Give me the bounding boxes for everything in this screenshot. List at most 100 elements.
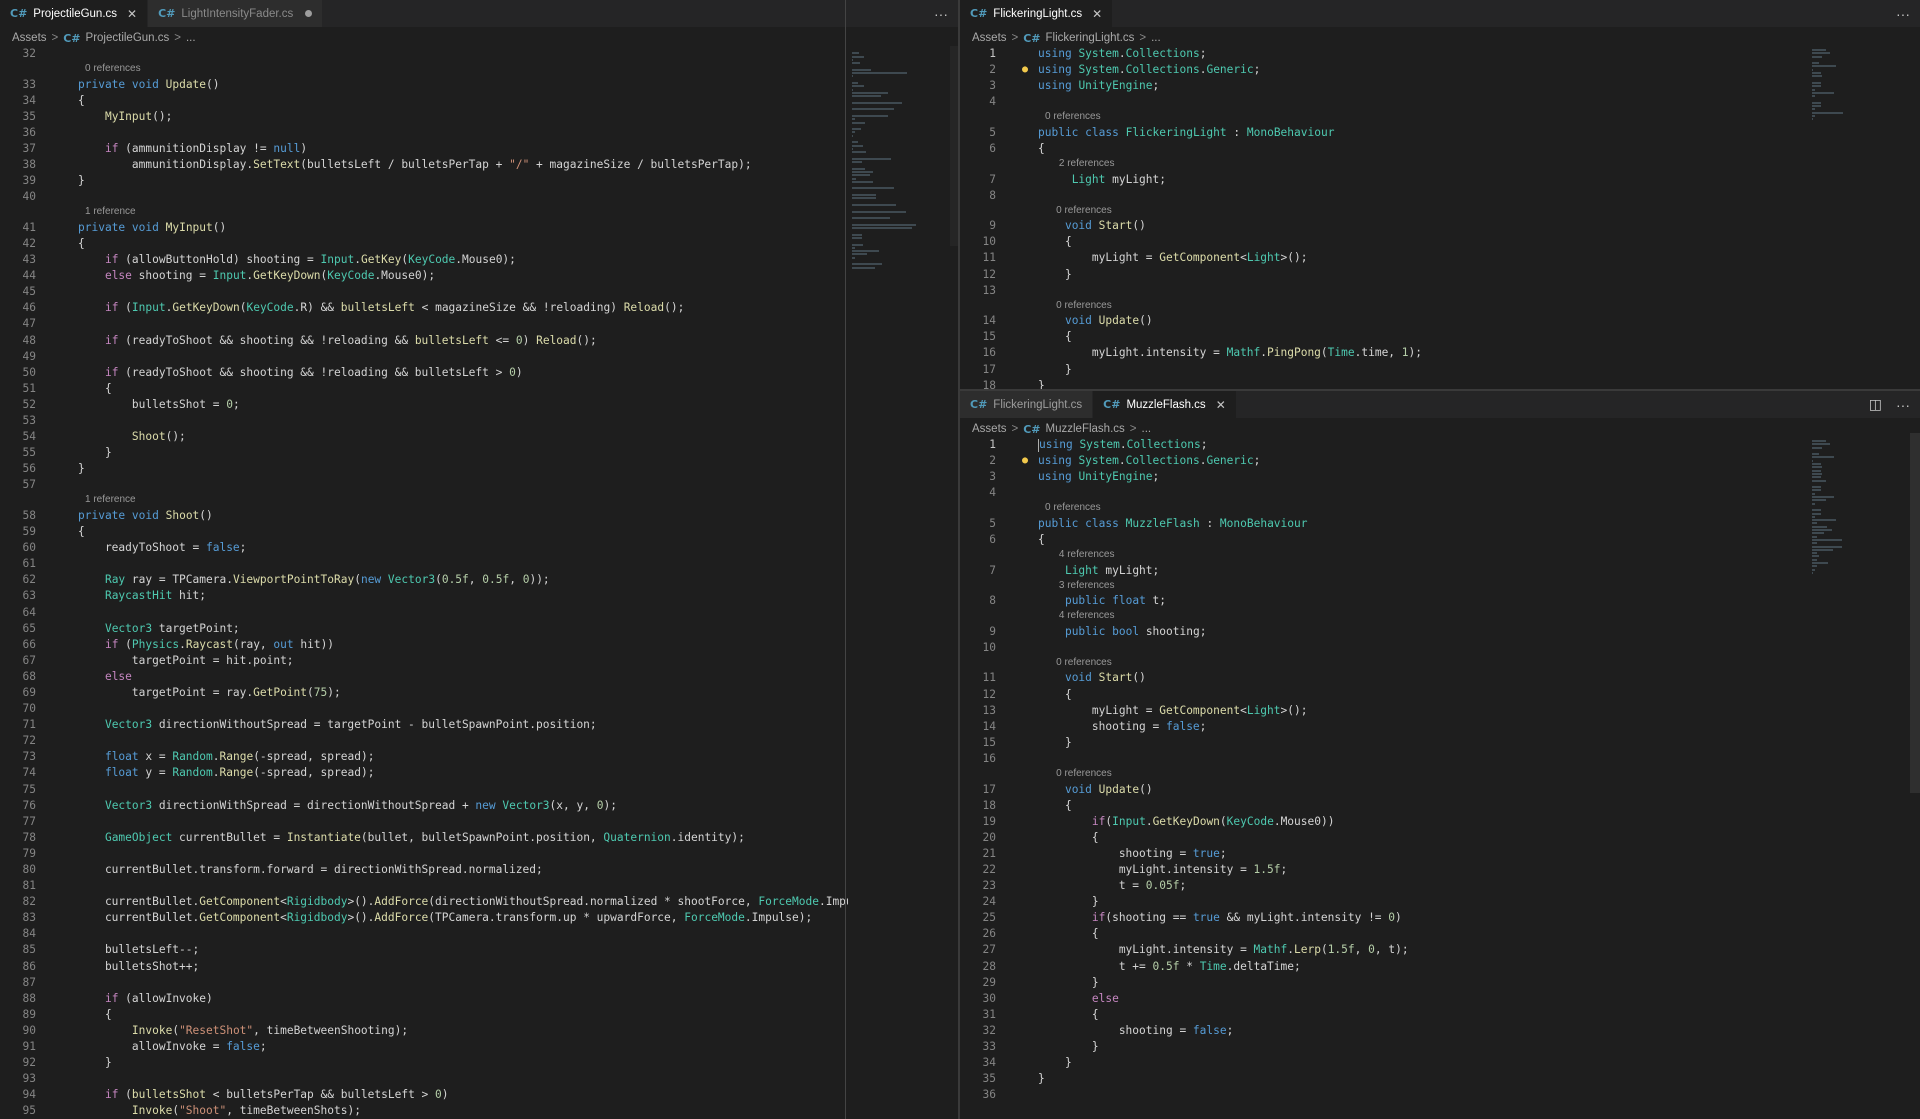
code-line[interactable]: 87 <box>0 975 848 991</box>
breadcrumb-folder[interactable]: Assets <box>972 32 1007 44</box>
code-line[interactable]: 15 } <box>960 735 1800 751</box>
code-line[interactable]: 59 { <box>0 524 848 540</box>
codelens-references[interactable]: 3 references <box>960 579 1800 594</box>
code-line[interactable]: 3 using UnityEngine; <box>960 78 1800 94</box>
code-line[interactable]: 31 { <box>960 1007 1800 1023</box>
code-line[interactable]: 64 <box>0 605 848 621</box>
code-line[interactable]: 39} <box>0 173 848 189</box>
code-line[interactable]: 9 public bool shooting; <box>960 624 1800 640</box>
code-line[interactable]: 47 <box>0 316 848 332</box>
code-line[interactable]: 57 <box>0 477 848 493</box>
breadcrumb-folder[interactable]: Assets <box>12 32 47 44</box>
tab-flickering-light[interactable]: C# FlickeringLight.cs <box>960 391 1094 418</box>
more-actions-icon[interactable]: ··· <box>1896 397 1910 413</box>
code-line[interactable]: 4 <box>960 485 1800 501</box>
code-line[interactable]: 66 if (Physics.Raycast(ray, out hit)) <box>0 637 848 653</box>
code-line[interactable]: 67 targetPoint = hit.point; <box>0 653 848 669</box>
code-line[interactable]: 50 if (readyToShoot && shooting && !relo… <box>0 365 848 381</box>
code-line[interactable]: 40 <box>0 189 848 205</box>
code-line[interactable]: 80 currentBullet.transform.forward = dir… <box>0 862 848 878</box>
scrollbar[interactable] <box>950 46 958 246</box>
code-line[interactable]: 34 } <box>960 1055 1800 1071</box>
code-line[interactable]: 12 } <box>960 267 1800 283</box>
code-line[interactable]: 73 float x = Random.Range(-spread, sprea… <box>0 749 848 765</box>
code-line[interactable]: 11 void Start() <box>960 670 1800 686</box>
code-line[interactable]: 29 } <box>960 975 1800 991</box>
code-line[interactable]: 54 Shoot(); <box>0 429 848 445</box>
code-line[interactable]: 63 RaycastHit hit; <box>0 588 848 604</box>
code-line[interactable]: 38 ammunitionDisplay.SetText(bulletsLeft… <box>0 157 848 173</box>
code-line[interactable]: 76 Vector3 directionWithSpread = directi… <box>0 798 848 814</box>
code-line[interactable]: 6{ <box>960 532 1800 548</box>
code-line[interactable]: 92 } <box>0 1055 848 1071</box>
close-icon[interactable]: ✕ <box>1216 398 1226 412</box>
codelens-references[interactable]: 1 reference <box>0 493 848 508</box>
code-line[interactable]: 11 myLight = GetComponent<Light>(); <box>960 250 1800 266</box>
code-line[interactable]: 18 { <box>960 798 1800 814</box>
code-line[interactable]: 19 if(Input.GetKeyDown(KeyCode.Mouse0)) <box>960 814 1800 830</box>
code-line[interactable]: 88 if (allowInvoke) <box>0 991 848 1007</box>
lightbulb-icon[interactable]: ● <box>1022 453 1028 469</box>
code-line[interactable]: 55 } <box>0 445 848 461</box>
code-line[interactable]: 52 bulletsShot = 0; <box>0 397 848 413</box>
code-line[interactable]: 77 <box>0 814 848 830</box>
codelens-references[interactable]: 4 references <box>960 548 1800 563</box>
code-line[interactable]: 2 using System.Collections.Generic; ● <box>960 453 1800 469</box>
code-line[interactable]: 12 { <box>960 687 1800 703</box>
code-line[interactable]: 3 using UnityEngine; <box>960 469 1800 485</box>
code-line[interactable]: 79 <box>0 846 848 862</box>
code-line[interactable]: 48 if (readyToShoot && shooting && !relo… <box>0 333 848 349</box>
code-line[interactable]: 91 allowInvoke = false; <box>0 1039 848 1055</box>
code-line[interactable]: 13 <box>960 283 1800 299</box>
code-line[interactable]: 8 <box>960 188 1800 204</box>
code-line[interactable]: 30 else <box>960 991 1800 1007</box>
code-line[interactable]: 82 currentBullet.GetComponent<Rigidbody>… <box>0 894 848 910</box>
codelens-references[interactable]: 0 references <box>960 656 1800 671</box>
code-line[interactable]: 27 myLight.intensity = Mathf.Lerp(1.5f, … <box>960 942 1800 958</box>
close-icon[interactable]: ✕ <box>127 7 137 21</box>
code-line[interactable]: 95 Invoke("Shoot", timeBetweenShots); <box>0 1103 848 1119</box>
code-line[interactable]: 13 myLight = GetComponent<Light>(); <box>960 703 1800 719</box>
split-editor-icon[interactable]: ◫ <box>1869 396 1882 413</box>
code-line[interactable]: 43 if (allowButtonHold) shooting = Input… <box>0 252 848 268</box>
code-line[interactable]: 16 <box>960 751 1800 767</box>
code-line[interactable]: 93 <box>0 1071 848 1087</box>
code-line[interactable]: 26 { <box>960 926 1800 942</box>
code-line[interactable]: 5 public class FlickeringLight : MonoBeha… <box>960 125 1800 141</box>
code-line[interactable]: 83 currentBullet.GetComponent<Rigidbody>… <box>0 910 848 926</box>
tab-muzzle-flash[interactable]: C# MuzzleFlash.cs ✕ <box>1093 391 1237 418</box>
code-line[interactable]: 46 if (Input.GetKeyDown(KeyCode.R) && bu… <box>0 300 848 316</box>
code-line[interactable]: 22 myLight.intensity = 1.5f; <box>960 862 1800 878</box>
code-line[interactable]: 32 <box>0 46 848 62</box>
code-line[interactable]: 18} <box>960 378 1800 389</box>
breadcrumb-symbol[interactable]: ... <box>1142 423 1152 435</box>
code-line[interactable]: 45 <box>0 284 848 300</box>
unsaved-dot-icon[interactable] <box>305 10 313 17</box>
code-line[interactable]: 85 bulletsLeft--; <box>0 942 848 958</box>
code-line[interactable]: 6{ <box>960 141 1800 157</box>
code-line[interactable]: 28 t += 0.5f * Time.deltaTime; <box>960 959 1800 975</box>
code-line[interactable]: 5 public class MuzzleFlash : MonoBehaviou… <box>960 516 1800 532</box>
codelens-references[interactable]: 0 references <box>960 204 1800 219</box>
codelens-references[interactable]: 4 references <box>960 609 1800 624</box>
codelens-references[interactable]: 2 references <box>960 157 1800 172</box>
code-line[interactable]: 15 { <box>960 329 1800 345</box>
code-editor[interactable]: 1 using System.Collections; 2 using System.… <box>960 46 1800 389</box>
breadcrumb-symbol[interactable]: ... <box>1151 32 1161 44</box>
code-line[interactable]: 17 } <box>960 362 1800 378</box>
code-line[interactable]: 25 if(shooting == true && myLight.intens… <box>960 910 1800 926</box>
tab-projectile-gun[interactable]: C# ProjectileGun.cs ✕ <box>0 0 149 27</box>
code-line[interactable]: 71 Vector3 directionWithoutSpread = targ… <box>0 717 848 733</box>
code-line[interactable]: 2 using System.Collections.Generic; ● <box>960 62 1800 78</box>
close-icon[interactable]: ✕ <box>1092 7 1102 21</box>
code-line[interactable]: 60 readyToShoot = false; <box>0 540 848 556</box>
code-line[interactable]: 94 if (bulletsShot < bulletsPerTap && bu… <box>0 1087 848 1103</box>
code-line[interactable]: 84 <box>0 926 848 942</box>
code-line[interactable]: 36 <box>960 1087 1800 1103</box>
code-line[interactable]: 58 private void Shoot() <box>0 508 848 524</box>
code-line[interactable]: 49 <box>0 349 848 365</box>
code-line[interactable]: 33 private void Update() <box>0 77 848 93</box>
code-line[interactable]: 1 using System.Collections; <box>960 46 1800 62</box>
code-line[interactable]: 35} <box>960 1071 1800 1087</box>
code-line[interactable]: 1 using System.Collections; <box>960 437 1800 453</box>
